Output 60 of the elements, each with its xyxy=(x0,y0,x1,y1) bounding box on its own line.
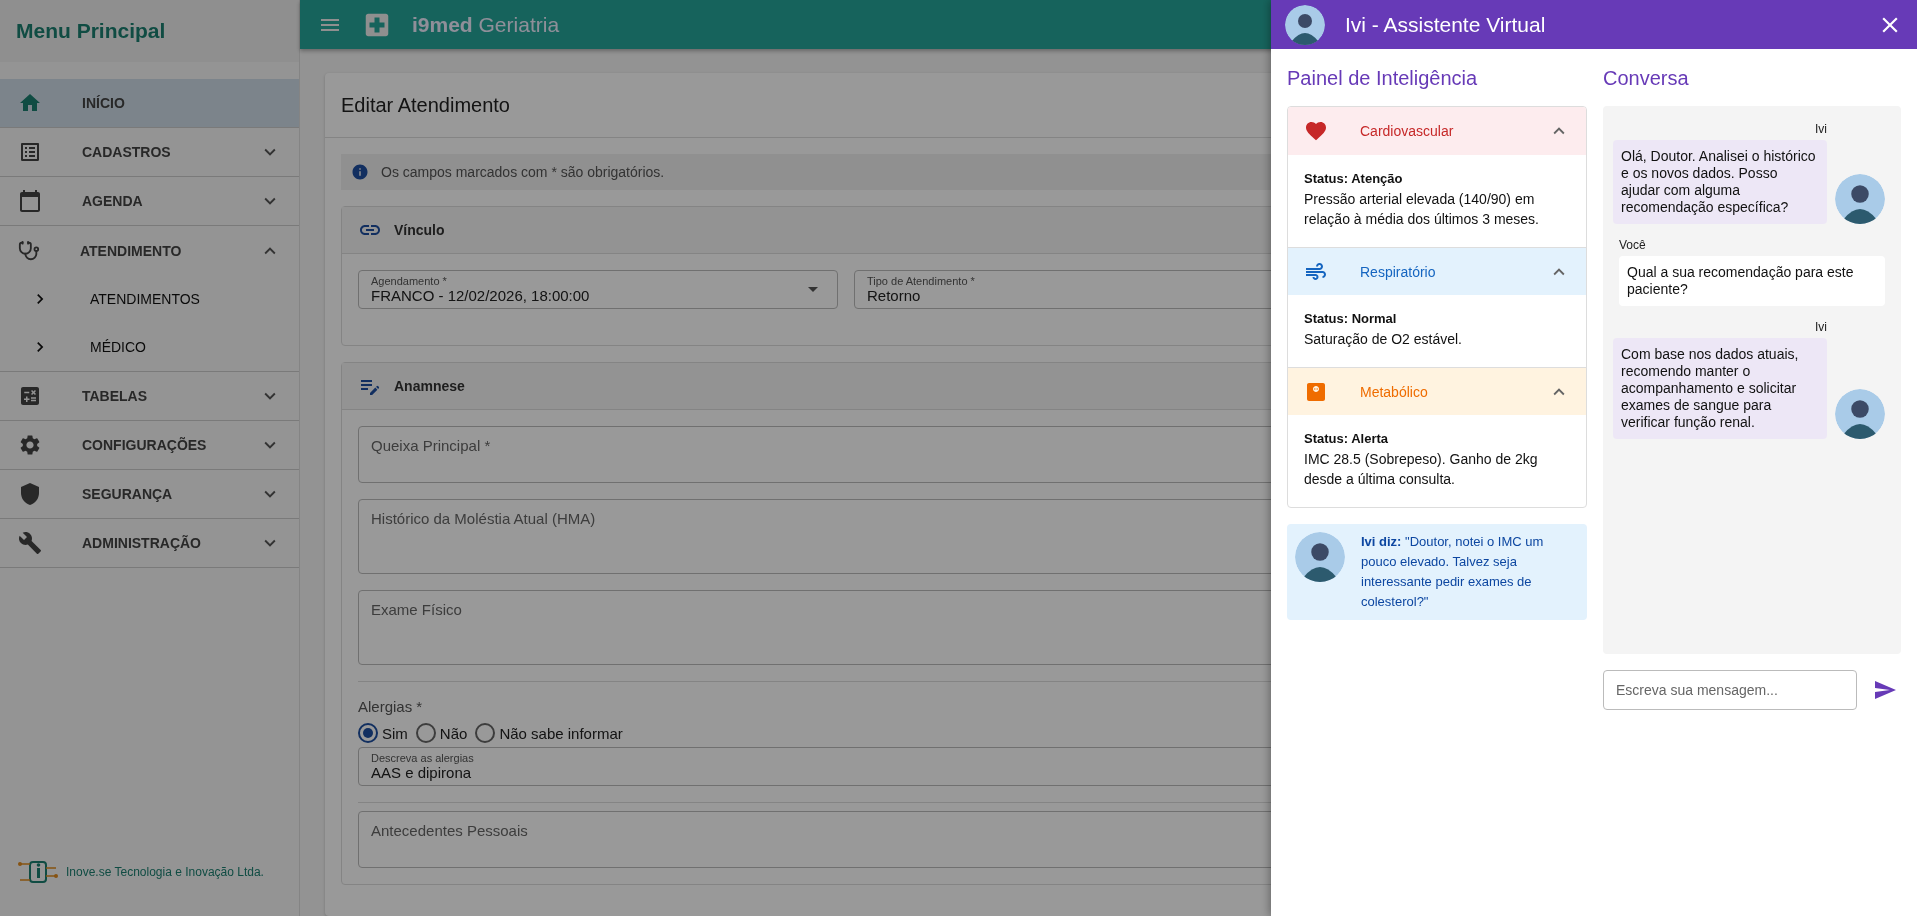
stethoscope-icon xyxy=(18,239,40,262)
accordion-header[interactable]: Cardiovascular xyxy=(1288,107,1586,155)
nav-item[interactable]: AGENDA xyxy=(0,177,299,226)
nav-item[interactable]: ADMINISTRAÇÃO xyxy=(0,519,299,568)
radio-label: Sim xyxy=(382,724,408,742)
nav-item[interactable]: CADASTROS xyxy=(0,128,299,177)
status-label: Status: Alerta xyxy=(1304,431,1390,446)
message-sender: Você xyxy=(1619,238,1646,252)
status-detail: Pressão arterial elevada (140/90) em relação à média dos últimos 3 meses. xyxy=(1304,190,1540,229)
wrench-icon xyxy=(18,531,42,555)
nav-item[interactable]: SEGURANÇA xyxy=(0,470,299,519)
radio-label: Não sabe informar xyxy=(499,724,623,742)
radio-button[interactable] xyxy=(415,723,436,743)
modal-backdrop[interactable] xyxy=(0,0,1271,916)
notice-text: Os campos marcados com * são obrigatórios. xyxy=(381,164,665,180)
calendar-icon xyxy=(18,189,42,213)
chat-title: Conversa xyxy=(1603,67,1690,90)
app-title: i9med Geriatria xyxy=(412,12,560,37)
radio-button[interactable] xyxy=(475,723,496,743)
radio-label: Não xyxy=(439,724,468,742)
nav-item[interactable]: INÍCIO xyxy=(0,79,299,128)
drawer-title: Ivi - Assistente Virtual xyxy=(1345,12,1547,37)
send-icon xyxy=(1873,678,1897,702)
page-title: Editar Atendimento xyxy=(341,93,510,117)
radio-button[interactable] xyxy=(358,723,378,743)
message-sender: Ivi xyxy=(1815,122,1827,136)
avatar xyxy=(1835,389,1885,439)
nav-item[interactable]: TABELAS xyxy=(0,372,299,421)
tip-text: Ivi diz: "Doutor, notei o IMC um pouco elevado. Talvez seja interessante pedir exames de colesterol?" xyxy=(1361,533,1545,611)
status-label: Status: Normal xyxy=(1304,311,1398,326)
avatar xyxy=(1285,4,1325,45)
settings-icon xyxy=(18,433,42,457)
section-title: Vínculo xyxy=(394,222,445,238)
avatar xyxy=(1295,532,1345,582)
status-detail: IMC 28.5 (Sobrepeso). Ganho de 2kg desde a última consulta. xyxy=(1304,450,1539,489)
section-title: Anamnese xyxy=(394,378,465,394)
panel-title: Painel de Inteligência xyxy=(1287,67,1479,90)
list-icon xyxy=(18,140,42,164)
select-field[interactable]: Agendamento * FRANCO - 12/02/2026, 18:00:00 xyxy=(358,270,838,309)
company-name: Inove.se Tecnologia e Inovação Ltda. xyxy=(66,865,264,879)
message-sender: Ivi xyxy=(1815,320,1827,334)
menu-title: Menu Principal xyxy=(0,0,299,62)
nav-subitem[interactable]: ATENDIMENTOS xyxy=(0,275,299,323)
heart-icon xyxy=(1304,119,1328,143)
message-input[interactable]: Escreva sua mensagem... xyxy=(1603,670,1857,710)
nav-item[interactable]: CONFIGURAÇÕES xyxy=(0,421,299,470)
shield-icon xyxy=(18,482,42,506)
message-bubble: Com base nos dados atuais, recomendo manter o acompanhamento e solicitar exames de sangue para verificar função renal. xyxy=(1613,338,1827,439)
message-bubble: Olá, Doutor. Analisei o histórico e os novos dados. Posso ajudar com alguma recomendação específica? xyxy=(1613,140,1827,224)
dropdown-icon xyxy=(808,287,818,292)
message-bubble: Qual a sua recomendação para este paciente? xyxy=(1619,256,1885,306)
status-label: Status: Atenção xyxy=(1304,171,1404,186)
info-icon xyxy=(351,163,369,181)
status-detail: Saturação de O2 estável. xyxy=(1304,330,1463,349)
accordion-header[interactable]: Respiratório xyxy=(1288,247,1586,295)
accordion-header[interactable]: Metabólico xyxy=(1288,367,1586,415)
field-label: Alergias * xyxy=(358,698,424,715)
avatar xyxy=(1835,174,1885,224)
nav-item[interactable]: ATENDIMENTO xyxy=(0,226,299,275)
nav-subitem[interactable]: MÉDICO xyxy=(0,323,299,371)
